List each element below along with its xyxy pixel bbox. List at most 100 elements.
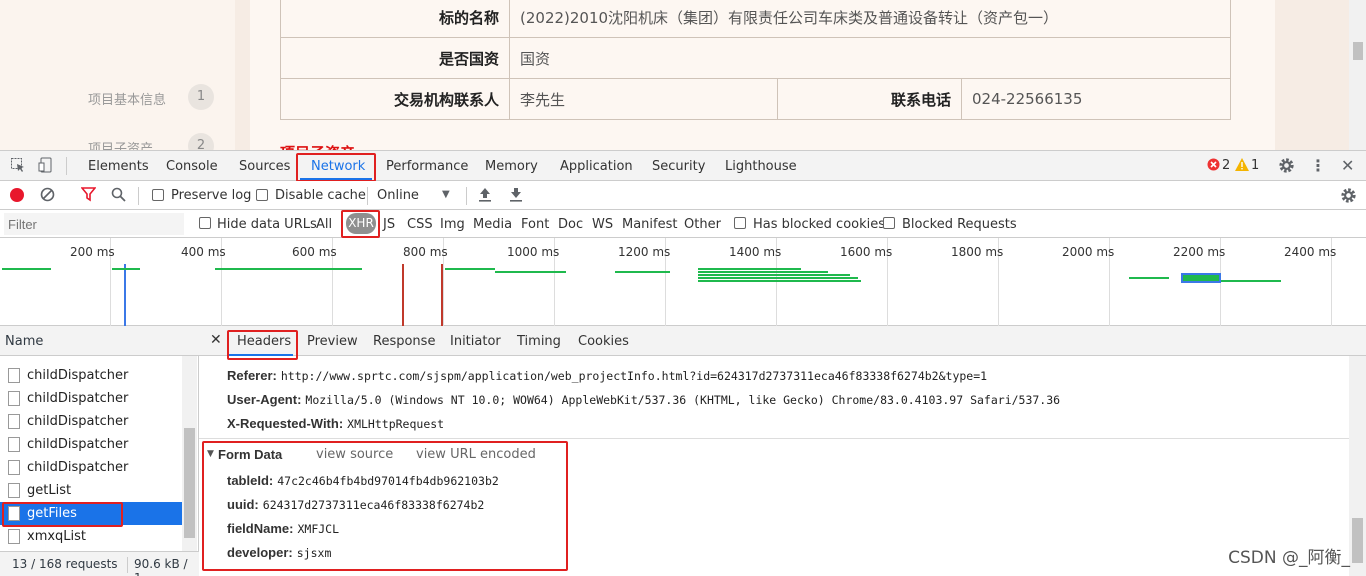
filter-type-font[interactable]: Font bbox=[521, 217, 549, 232]
timeline-tick: 800 ms bbox=[403, 245, 448, 259]
file-icon bbox=[8, 437, 20, 452]
filter-type-css[interactable]: CSS bbox=[407, 217, 433, 232]
throttling-select[interactable]: Online bbox=[377, 188, 419, 203]
waterfall-bar bbox=[615, 271, 670, 273]
scroll-thumb[interactable] bbox=[184, 428, 195, 538]
filter-icon[interactable] bbox=[80, 187, 97, 206]
filter-type-img[interactable]: Img bbox=[440, 217, 465, 232]
table-key: 是否国资 bbox=[280, 37, 510, 79]
detail-scrollbar[interactable] bbox=[1349, 356, 1366, 576]
tab-security[interactable]: Security bbox=[652, 159, 705, 174]
table-value: (2022)2010沈阳机床（集团）有限责任公司车床类及普通设备转让（资产包一） bbox=[509, 0, 1231, 38]
device-toolbar-icon[interactable] bbox=[38, 157, 54, 177]
tab-lighthouse[interactable]: Lighthouse bbox=[725, 159, 797, 174]
timeline-tick: 2400 ms bbox=[1284, 245, 1337, 259]
tab-timing[interactable]: Timing bbox=[517, 334, 561, 349]
step-label-sub-assets[interactable]: 项目子资产 bbox=[88, 138, 153, 150]
tab-sources[interactable]: Sources bbox=[239, 159, 290, 174]
tab-response[interactable]: Response bbox=[373, 334, 435, 349]
name-column-header[interactable]: Name bbox=[0, 326, 199, 356]
filter-type-manifest[interactable]: Manifest bbox=[622, 217, 677, 232]
error-count: 2 bbox=[1222, 158, 1231, 173]
more-options-icon[interactable]: ⋮ bbox=[1310, 156, 1326, 175]
warning-icon[interactable] bbox=[1235, 158, 1249, 175]
section-divider bbox=[199, 438, 1349, 439]
list-item[interactable]: xmxqList bbox=[0, 525, 182, 547]
page-scrollbar[interactable] bbox=[1349, 0, 1366, 150]
list-item[interactable]: getList bbox=[0, 479, 182, 502]
clear-icon[interactable] bbox=[40, 187, 55, 206]
load-marker bbox=[441, 264, 443, 326]
inspect-element-icon[interactable] bbox=[10, 157, 26, 177]
file-icon bbox=[8, 391, 20, 406]
tab-elements[interactable]: Elements bbox=[88, 159, 149, 174]
transfer-size: 90.6 kB / 1 bbox=[134, 557, 188, 576]
header-name: Referer: bbox=[227, 368, 277, 383]
scroll-thumb[interactable] bbox=[1353, 42, 1363, 60]
timeline-tick: 2000 ms bbox=[1062, 245, 1115, 259]
timeline-tick: 2200 ms bbox=[1173, 245, 1226, 259]
step-number: 2 bbox=[188, 133, 214, 150]
table-value: 国资 bbox=[509, 37, 1231, 79]
network-overview-timeline[interactable]: 200 ms 400 ms 600 ms 800 ms 1000 ms 1200… bbox=[0, 238, 1366, 326]
request-count: 13 / 168 requests bbox=[12, 557, 118, 571]
file-icon bbox=[8, 460, 20, 475]
error-icon[interactable] bbox=[1207, 158, 1220, 175]
filter-bar: Hide data URLs All XHR JS CSS Img Media … bbox=[0, 210, 1366, 238]
step-label-basic-info[interactable]: 项目基本信息 bbox=[88, 89, 166, 108]
export-har-icon[interactable] bbox=[509, 186, 523, 206]
dom-content-loaded-marker bbox=[124, 264, 126, 326]
xhr-filter-highlight bbox=[341, 210, 380, 238]
list-item[interactable]: childDispatcher bbox=[0, 364, 182, 387]
blocked-requests-label: Blocked Requests bbox=[902, 217, 1017, 232]
hide-data-urls-checkbox[interactable] bbox=[199, 217, 211, 229]
table-key: 交易机构联系人 bbox=[280, 78, 510, 120]
table-key: 标的名称 bbox=[280, 0, 510, 38]
settings-gear-icon[interactable] bbox=[1278, 157, 1295, 178]
filter-type-doc[interactable]: Doc bbox=[558, 217, 583, 232]
header-row-user-agent: User-Agent: Mozilla/5.0 (Windows NT 10.0;… bbox=[227, 392, 1060, 407]
tab-preview[interactable]: Preview bbox=[307, 334, 358, 349]
scroll-thumb[interactable] bbox=[1352, 518, 1363, 563]
list-item[interactable]: childDispatcher bbox=[0, 456, 182, 479]
tab-initiator[interactable]: Initiator bbox=[450, 334, 501, 349]
tab-performance[interactable]: Performance bbox=[386, 159, 468, 174]
tab-application[interactable]: Application bbox=[560, 159, 633, 174]
list-item[interactable]: childDispatcher bbox=[0, 387, 182, 410]
file-icon bbox=[8, 529, 20, 544]
timeline-tick: 600 ms bbox=[292, 245, 337, 259]
list-item[interactable]: childDispatcher bbox=[0, 433, 182, 456]
preserve-log-checkbox[interactable] bbox=[152, 189, 164, 201]
disable-cache-checkbox[interactable] bbox=[256, 189, 268, 201]
tab-console[interactable]: Console bbox=[166, 159, 218, 174]
tab-memory[interactable]: Memory bbox=[485, 159, 538, 174]
network-settings-gear-icon[interactable] bbox=[1340, 187, 1357, 208]
tab-cookies[interactable]: Cookies bbox=[578, 334, 629, 349]
filter-input[interactable] bbox=[4, 213, 184, 235]
list-item[interactable]: childDispatcher bbox=[0, 410, 182, 433]
filter-type-media[interactable]: Media bbox=[473, 217, 512, 232]
warning-count: 1 bbox=[1251, 158, 1260, 173]
headers-tab-highlight bbox=[227, 330, 298, 360]
detail-tabbar: ✕ Headers Preview Response Initiator Tim… bbox=[199, 326, 1366, 360]
selected-request-highlight bbox=[2, 502, 123, 527]
close-detail-icon[interactable]: ✕ bbox=[210, 332, 222, 348]
close-devtools-icon[interactable]: ✕ bbox=[1341, 156, 1354, 175]
filter-type-other[interactable]: Other bbox=[684, 217, 721, 232]
filter-type-ws[interactable]: WS bbox=[592, 217, 613, 232]
record-icon[interactable] bbox=[10, 188, 24, 202]
filter-type-all[interactable]: All bbox=[316, 217, 332, 232]
table-value: 李先生 bbox=[509, 78, 778, 120]
request-name: getList bbox=[27, 483, 72, 498]
blocked-requests-checkbox[interactable] bbox=[883, 217, 895, 229]
table-key: 联系电话 bbox=[777, 78, 962, 120]
chevron-down-icon[interactable]: ▼ bbox=[442, 189, 450, 200]
filter-type-js[interactable]: JS bbox=[383, 217, 395, 232]
import-har-icon[interactable] bbox=[478, 186, 492, 206]
search-icon[interactable] bbox=[111, 187, 126, 206]
waterfall-bar bbox=[495, 271, 566, 273]
has-blocked-cookies-checkbox[interactable] bbox=[734, 217, 746, 229]
waterfall-bar bbox=[2, 268, 51, 270]
request-list-panel: Name childDispatcher childDispatcher chi… bbox=[0, 326, 199, 576]
request-list-scrollbar[interactable] bbox=[182, 356, 197, 551]
